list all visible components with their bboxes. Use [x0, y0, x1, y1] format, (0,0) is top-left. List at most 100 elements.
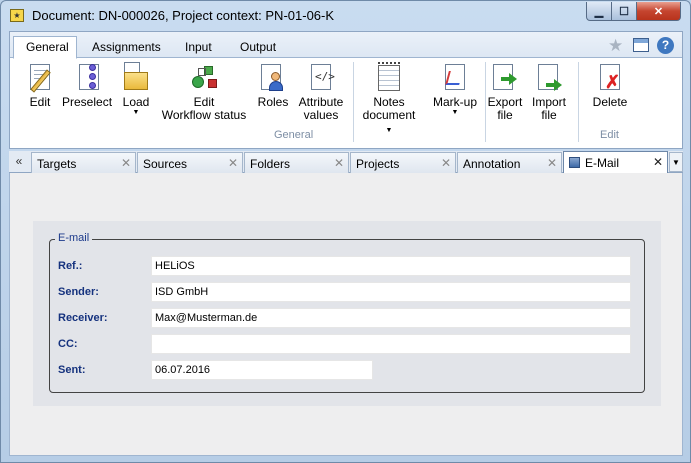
sender-field[interactable]: ISD GmbH: [151, 282, 631, 302]
tab-input[interactable]: Input: [173, 37, 224, 58]
receiver-label: Receiver:: [58, 312, 108, 324]
load-folder-icon: [121, 62, 151, 94]
tab-targets[interactable]: Targets ✕: [31, 152, 136, 173]
minimize-button[interactable]: ▁: [586, 2, 612, 21]
tab-folders[interactable]: Folders ✕: [244, 152, 349, 173]
attribute-code-icon: </>: [306, 62, 336, 94]
group-label-edit: Edit: [600, 129, 619, 141]
window-title: Document: DN-000026, Project context: PN…: [32, 8, 335, 23]
roles-icon: [258, 62, 288, 94]
close-icon[interactable]: ✕: [547, 156, 557, 170]
tab-targets-label: Targets: [37, 157, 77, 171]
close-icon[interactable]: ✕: [441, 156, 451, 170]
workflow-label-2: Workflow status: [161, 108, 247, 122]
window-icon[interactable]: [633, 38, 649, 52]
document-tab-bar: « Targets ✕ Sources ✕ Folders ✕ Projects…: [9, 151, 683, 174]
attribute-values-button[interactable]: </> Attribute values: [294, 62, 348, 122]
title-bar[interactable]: ★ Document: DN-000026, Project context: …: [1, 1, 690, 29]
receiver-field[interactable]: Max@Musterman.de: [151, 308, 631, 328]
edit-button-label: Edit: [29, 95, 51, 109]
import-label-2: file: [541, 108, 557, 122]
close-icon[interactable]: ✕: [334, 156, 344, 170]
notepad-icon: [374, 62, 404, 94]
field-row-cc: CC:: [50, 334, 644, 354]
workflow-label-1: Edit: [193, 95, 215, 109]
cc-label: CC:: [58, 338, 78, 350]
close-icon[interactable]: ✕: [228, 156, 238, 170]
tab-projects-label: Projects: [356, 157, 400, 171]
tab-folders-label: Folders: [250, 157, 291, 171]
import-file-button[interactable]: Import file: [528, 62, 570, 122]
tab-annotation[interactable]: Annotation ✕: [457, 152, 562, 173]
tab-projects[interactable]: Projects ✕: [350, 152, 456, 173]
import-label-1: Import: [531, 95, 566, 109]
email-fieldset: E-mail Ref.: HELiOS Sender: ISD GmbH Rec…: [49, 232, 645, 393]
preselect-button-label: Preselect: [62, 95, 113, 109]
notes-label-2: document: [362, 108, 416, 122]
sent-date-field[interactable]: 06.07.2016: [151, 360, 373, 380]
tab-assignments[interactable]: Assignments: [80, 37, 173, 58]
tab-general[interactable]: General: [13, 36, 77, 59]
export-arrow-icon: [490, 62, 520, 94]
delete-button[interactable]: ✗ Delete: [588, 62, 632, 109]
field-row-receiver: Receiver: Max@Musterman.de: [50, 308, 644, 328]
workflow-icon: [189, 62, 219, 94]
ref-field[interactable]: HELiOS: [151, 256, 631, 276]
email-icon: [569, 157, 580, 168]
tab-list-dropdown-button[interactable]: ▼: [669, 152, 683, 172]
edit-button[interactable]: Edit: [20, 62, 60, 109]
close-icon[interactable]: ✕: [653, 155, 663, 169]
field-row-sender: Sender: ISD GmbH: [50, 282, 644, 302]
load-button-label: Load: [122, 95, 150, 109]
attribute-label-1: Attribute: [298, 95, 344, 109]
tab-sources-label: Sources: [143, 157, 188, 171]
content-area: E-mail Ref.: HELiOS Sender: ISD GmbH Rec…: [9, 173, 683, 456]
delete-icon: ✗: [595, 62, 625, 94]
markup-dropdown-caret: ▼: [451, 109, 459, 116]
markup-button[interactable]: Mark-up ▼: [428, 62, 482, 117]
maximize-button[interactable]: ☐: [611, 2, 637, 21]
tab-output[interactable]: Output: [228, 37, 288, 58]
close-button[interactable]: ✕: [636, 2, 681, 21]
markup-button-label: Mark-up: [432, 95, 477, 109]
import-arrow-icon: [534, 62, 564, 94]
application-window: ★ Document: DN-000026, Project context: …: [0, 0, 691, 463]
preselect-list-icon: [72, 62, 102, 94]
tab-sources[interactable]: Sources ✕: [137, 152, 243, 173]
roles-button[interactable]: Roles: [256, 62, 290, 109]
field-row-sent: Sent: 06.07.2016: [50, 360, 644, 380]
edit-document-icon: [25, 62, 55, 94]
notes-document-button[interactable]: Notes document ▼: [358, 62, 420, 137]
field-row-ref: Ref.: HELiOS: [50, 256, 644, 276]
sent-label: Sent:: [58, 364, 86, 376]
ribbon: General Assignments Input Output ★ ? Edi…: [9, 31, 683, 149]
export-label-2: file: [497, 108, 513, 122]
tab-annotation-label: Annotation: [463, 157, 521, 171]
email-panel: E-mail Ref.: HELiOS Sender: ISD GmbH Rec…: [33, 221, 661, 406]
sender-label: Sender:: [58, 286, 99, 298]
notes-dropdown-caret: ▼: [385, 127, 393, 134]
delete-button-label: Delete: [592, 95, 628, 109]
cc-field[interactable]: [151, 334, 631, 354]
email-legend: E-mail: [55, 232, 93, 244]
load-button[interactable]: Load ▼: [118, 62, 154, 117]
attribute-label-2: values: [303, 108, 339, 122]
close-icon[interactable]: ✕: [121, 156, 131, 170]
tab-email-label: E-Mail: [585, 156, 620, 170]
markup-icon: [440, 62, 470, 94]
ribbon-tab-bar: General Assignments Input Output ★ ?: [10, 32, 682, 59]
roles-button-label: Roles: [257, 95, 289, 109]
tab-email[interactable]: E-Mail ✕: [563, 151, 668, 174]
load-dropdown-caret: ▼: [132, 109, 140, 116]
notes-label-1: Notes: [373, 95, 405, 109]
app-icon: ★: [10, 9, 24, 22]
edit-workflow-status-button[interactable]: Edit Workflow status: [158, 62, 250, 122]
group-label-general: General: [274, 129, 314, 141]
tab-scroll-left-button[interactable]: «: [9, 151, 29, 173]
preselect-button[interactable]: Preselect: [62, 62, 112, 109]
export-label-1: Export: [487, 95, 523, 109]
export-file-button[interactable]: Export file: [486, 62, 524, 122]
help-icon[interactable]: ?: [657, 37, 674, 54]
ribbon-separator: [578, 62, 579, 142]
star-icon[interactable]: ★: [608, 36, 623, 56]
